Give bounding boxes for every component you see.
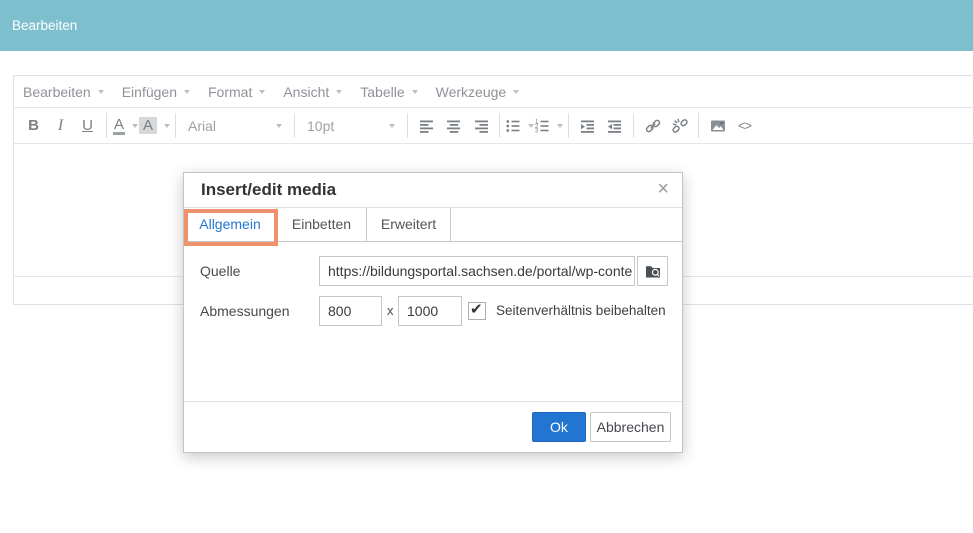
numbered-list-icon: 123 <box>535 119 549 134</box>
unlink-icon <box>671 118 688 133</box>
background-color-icon: A <box>139 117 158 134</box>
chevron-down-icon <box>132 123 138 128</box>
menu-ansicht[interactable]: Ansicht <box>274 76 351 107</box>
browse-media-button[interactable] <box>637 256 668 286</box>
bullet-list-button[interactable] <box>505 113 535 139</box>
dialog-body: Quelle Abmessungen x ✔ Seitenverhältnis … <box>184 242 682 401</box>
toolbar-separator <box>407 113 409 138</box>
toolbar-separator <box>294 113 296 138</box>
insert-image-button[interactable] <box>704 113 731 139</box>
numbered-list-button[interactable]: 123 <box>534 113 564 139</box>
background-color-button[interactable]: A <box>139 113 171 139</box>
height-input[interactable] <box>398 296 462 326</box>
source-code-button[interactable]: <> <box>731 113 758 139</box>
cancel-button[interactable]: Abbrechen <box>590 412 671 442</box>
outdent-button[interactable] <box>601 113 628 139</box>
chevron-down-icon <box>184 89 190 94</box>
text-color-button[interactable]: A <box>112 113 139 139</box>
app-header-bar: Bearbeiten <box>0 0 973 51</box>
bold-button[interactable]: B <box>20 113 47 139</box>
dialog-tab-bar: Allgemein Einbetten Erweitert <box>184 208 682 242</box>
page-title: Bearbeiten <box>12 18 78 33</box>
dialog-title: Insert/edit media <box>201 180 337 199</box>
chevron-down-icon <box>389 123 396 128</box>
font-size-select[interactable]: 10pt <box>300 113 402 139</box>
italic-button[interactable]: I <box>47 113 74 139</box>
dialog-header: Insert/edit media × <box>184 173 682 208</box>
menu-einfuegen[interactable]: Einfügen <box>113 76 199 107</box>
code-icon: <> <box>737 118 752 133</box>
tab-allgemein[interactable]: Allgemein <box>184 208 277 241</box>
toolbar-separator <box>175 113 177 138</box>
menu-bearbeiten[interactable]: Bearbeiten <box>14 76 113 107</box>
folder-search-icon <box>645 266 660 278</box>
width-input[interactable] <box>319 296 382 326</box>
image-icon <box>710 120 725 131</box>
align-left-button[interactable] <box>413 113 440 139</box>
align-center-button[interactable] <box>440 113 467 139</box>
dimensions-label: Abmessungen <box>200 303 290 319</box>
underline-button[interactable]: U <box>74 113 101 139</box>
bullet-list-icon <box>506 119 520 132</box>
align-right-icon <box>474 120 488 133</box>
chevron-down-icon <box>259 89 266 94</box>
editor-menubar: Bearbeiten Einfügen Format Ansicht Tabel… <box>14 76 973 108</box>
constrain-proportions-checkbox[interactable]: ✔ <box>468 301 486 320</box>
toolbar-separator <box>698 113 700 138</box>
tab-einbetten[interactable]: Einbetten <box>277 208 367 241</box>
constrain-proportions-label: Seitenverhältnis beibehalten <box>496 303 666 318</box>
insert-link-button[interactable] <box>639 113 666 139</box>
chevron-down-icon <box>336 89 343 94</box>
text-color-icon: A <box>112 115 125 135</box>
indent-button[interactable] <box>574 113 601 139</box>
link-icon <box>645 119 660 132</box>
ok-button[interactable]: Ok <box>532 412 586 442</box>
tab-erweitert[interactable]: Erweitert <box>367 208 451 241</box>
menu-format[interactable]: Format <box>199 76 274 107</box>
chevron-down-icon <box>557 123 564 128</box>
chevron-down-icon <box>164 123 171 128</box>
dimensions-separator: x <box>387 303 394 318</box>
checkmark-icon: ✔ <box>470 301 483 318</box>
toolbar-separator <box>106 113 107 138</box>
toolbar-separator <box>499 113 501 138</box>
chevron-down-icon <box>513 89 520 94</box>
source-input[interactable] <box>319 256 635 286</box>
menu-tabelle[interactable]: Tabelle <box>351 76 426 107</box>
chevron-down-icon <box>276 123 283 128</box>
editor-toolbar: B I U A A Arial 10pt 1 2 3 <> <box>14 108 973 144</box>
chevron-down-icon <box>97 89 104 94</box>
remove-link-button[interactable] <box>666 113 693 139</box>
indent-icon <box>580 120 594 133</box>
chevron-down-icon <box>411 89 418 94</box>
insert-edit-media-dialog: Insert/edit media × Allgemein Einbetten … <box>183 172 683 453</box>
toolbar-separator <box>633 113 635 138</box>
toolbar-separator <box>568 113 570 138</box>
outdent-icon <box>607 120 621 133</box>
svg-text:3: 3 <box>535 128 539 133</box>
align-center-icon <box>446 120 460 133</box>
dialog-footer: Ok Abbrechen <box>184 401 682 452</box>
source-label: Quelle <box>200 263 241 279</box>
align-right-button[interactable] <box>467 113 494 139</box>
menu-werkzeuge[interactable]: Werkzeuge <box>427 76 529 107</box>
close-icon[interactable]: × <box>657 173 669 206</box>
align-left-icon <box>419 120 433 133</box>
font-family-select[interactable]: Arial <box>181 113 289 139</box>
